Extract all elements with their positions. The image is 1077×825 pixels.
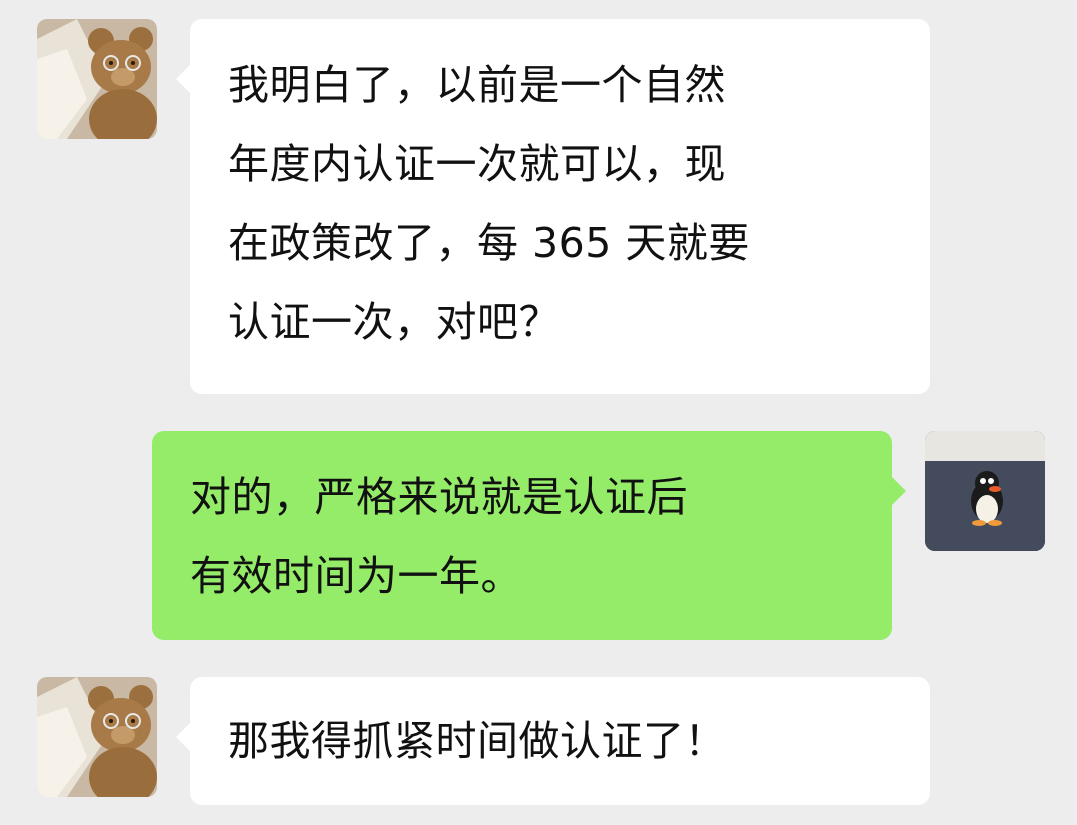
teddy-bear-avatar-icon <box>37 19 157 139</box>
message-bubble-received[interactable]: 那我得抓紧时间做认证了！ <box>190 677 930 805</box>
message-text-line: 在政策改了，每 365 天就要 <box>228 219 750 267</box>
message-text-line: 认证一次，对吧？ <box>228 298 560 346</box>
bubble-tail <box>176 723 190 751</box>
message-text-line: 那我得抓紧时间做认证了！ <box>228 717 726 765</box>
message-bubble-received[interactable]: 我明白了，以前是一个自然 年度内认证一次就可以，现 在政策改了，每 365 天就… <box>190 19 930 394</box>
contact-avatar[interactable] <box>37 677 157 797</box>
message-text-line: 年度内认证一次就可以，现 <box>228 140 726 188</box>
message-bubble-sent[interactable]: 对的，严格来说就是认证后 有效时间为一年。 <box>152 431 892 640</box>
bubble-tail <box>176 65 190 93</box>
message-text-line: 对的，严格来说就是认证后 <box>190 473 688 521</box>
contact-avatar[interactable] <box>37 19 157 139</box>
message-text-line: 有效时间为一年。 <box>190 552 522 600</box>
teddy-bear-avatar-icon <box>37 677 157 797</box>
bubble-tail <box>892 477 906 505</box>
self-avatar[interactable] <box>925 431 1045 551</box>
penguin-avatar-icon <box>925 431 1045 551</box>
message-text-line: 我明白了，以前是一个自然 <box>228 61 726 109</box>
